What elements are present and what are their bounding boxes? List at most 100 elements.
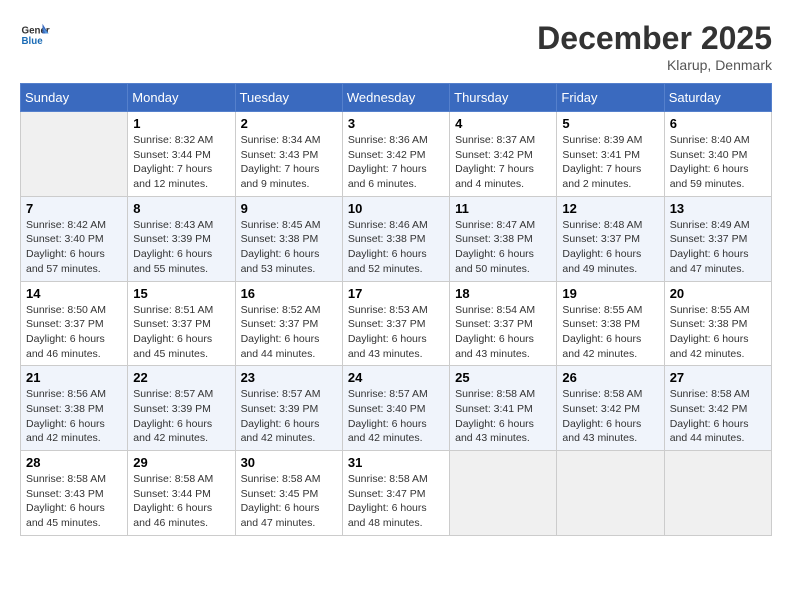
week-row-4: 21Sunrise: 8:56 AMSunset: 3:38 PMDayligh… bbox=[21, 366, 772, 451]
day-number: 16 bbox=[241, 286, 337, 301]
day-info: Sunrise: 8:47 AMSunset: 3:38 PMDaylight:… bbox=[455, 218, 551, 277]
day-cell: 23 Sunrise: 8:57 AMSunset: 3:39 PMDayligh… bbox=[235, 366, 342, 451]
header-row: SundayMondayTuesdayWednesdayThursdayFrid… bbox=[21, 84, 772, 112]
day-cell: 2 Sunrise: 8:34 AMSunset: 3:43 PMDaylight… bbox=[235, 112, 342, 197]
day-cell: 14 Sunrise: 8:50 AMSunset: 3:37 PMDayligh… bbox=[21, 281, 128, 366]
day-info: Sunrise: 8:54 AMSunset: 3:37 PMDaylight:… bbox=[455, 303, 551, 362]
day-cell bbox=[21, 112, 128, 197]
day-cell: 27Sunrise: 8:58 AMSunset: 3:42 PMDayligh… bbox=[664, 366, 771, 451]
day-cell: 1 Sunrise: 8:32 AMSunset: 3:44 PMDaylight… bbox=[128, 112, 235, 197]
header-sunday: Sunday bbox=[21, 84, 128, 112]
header-tuesday: Tuesday bbox=[235, 84, 342, 112]
header-wednesday: Wednesday bbox=[342, 84, 449, 112]
location: Klarup, Denmark bbox=[537, 57, 772, 73]
day-number: 11 bbox=[455, 201, 551, 216]
day-cell: 22Sunrise: 8:57 AMSunset: 3:39 PMDayligh… bbox=[128, 366, 235, 451]
month-title: December 2025 bbox=[537, 20, 772, 57]
week-row-2: 7Sunrise: 8:42 AMSunset: 3:40 PMDaylight… bbox=[21, 196, 772, 281]
day-number: 4 bbox=[455, 116, 551, 131]
day-number: 5 bbox=[562, 116, 658, 131]
day-number: 18 bbox=[455, 286, 551, 301]
header-monday: Monday bbox=[128, 84, 235, 112]
day-number: 2 bbox=[241, 116, 337, 131]
day-cell: 31 Sunrise: 8:58 AMSunset: 3:47 PMDayligh… bbox=[342, 451, 449, 536]
day-info: Sunrise: 8:58 AMSunset: 3:42 PMDaylight:… bbox=[670, 387, 766, 446]
day-number: 25 bbox=[455, 370, 551, 385]
day-info: Sunrise: 8:58 AMSunset: 3:47 PMDaylight:… bbox=[348, 472, 444, 531]
day-info: Sunrise: 8:58 AMSunset: 3:42 PMDaylight:… bbox=[562, 387, 658, 446]
day-info: Sunrise: 8:42 AMSunset: 3:40 PMDaylight:… bbox=[26, 218, 122, 277]
day-number: 17 bbox=[348, 286, 444, 301]
day-number: 29 bbox=[133, 455, 229, 470]
day-number: 15 bbox=[133, 286, 229, 301]
day-info: Sunrise: 8:57 AMSunset: 3:40 PMDaylight:… bbox=[348, 387, 444, 446]
page-header: General Blue December 2025 Klarup, Denma… bbox=[20, 20, 772, 73]
day-info: Sunrise: 8:58 AMSunset: 3:43 PMDaylight:… bbox=[26, 472, 122, 531]
svg-text:Blue: Blue bbox=[22, 36, 44, 47]
day-cell: 5 Sunrise: 8:39 AMSunset: 3:41 PMDaylight… bbox=[557, 112, 664, 197]
day-cell: 25 Sunrise: 8:58 AMSunset: 3:41 PMDayligh… bbox=[450, 366, 557, 451]
day-info: Sunrise: 8:52 AMSunset: 3:37 PMDaylight:… bbox=[241, 303, 337, 362]
day-info: Sunrise: 8:57 AMSunset: 3:39 PMDaylight:… bbox=[241, 387, 337, 446]
day-number: 30 bbox=[241, 455, 337, 470]
day-cell: 9 Sunrise: 8:45 AMSunset: 3:38 PMDaylight… bbox=[235, 196, 342, 281]
day-cell: 13Sunrise: 8:49 AMSunset: 3:37 PMDayligh… bbox=[664, 196, 771, 281]
day-info: Sunrise: 8:48 AMSunset: 3:37 PMDaylight:… bbox=[562, 218, 658, 277]
day-cell: 21Sunrise: 8:56 AMSunset: 3:38 PMDayligh… bbox=[21, 366, 128, 451]
day-info: Sunrise: 8:39 AMSunset: 3:41 PMDaylight:… bbox=[562, 133, 658, 192]
day-cell: 24 Sunrise: 8:57 AMSunset: 3:40 PMDayligh… bbox=[342, 366, 449, 451]
day-cell: 6Sunrise: 8:40 AMSunset: 3:40 PMDaylight… bbox=[664, 112, 771, 197]
day-number: 23 bbox=[241, 370, 337, 385]
day-number: 8 bbox=[133, 201, 229, 216]
day-number: 22 bbox=[133, 370, 229, 385]
day-number: 1 bbox=[133, 116, 229, 131]
day-cell: 4Sunrise: 8:37 AMSunset: 3:42 PMDaylight… bbox=[450, 112, 557, 197]
day-number: 14 bbox=[26, 286, 122, 301]
day-cell: 10Sunrise: 8:46 AMSunset: 3:38 PMDayligh… bbox=[342, 196, 449, 281]
day-cell bbox=[450, 451, 557, 536]
day-cell: 19Sunrise: 8:55 AMSunset: 3:38 PMDayligh… bbox=[557, 281, 664, 366]
logo-icon: General Blue bbox=[20, 20, 50, 50]
day-cell: 20 Sunrise: 8:55 AMSunset: 3:38 PMDayligh… bbox=[664, 281, 771, 366]
week-row-1: 1 Sunrise: 8:32 AMSunset: 3:44 PMDaylight… bbox=[21, 112, 772, 197]
day-info: Sunrise: 8:40 AMSunset: 3:40 PMDaylight:… bbox=[670, 133, 766, 192]
day-number: 12 bbox=[562, 201, 658, 216]
day-number: 28 bbox=[26, 455, 122, 470]
day-info: Sunrise: 8:53 AMSunset: 3:37 PMDaylight:… bbox=[348, 303, 444, 362]
header-thursday: Thursday bbox=[450, 84, 557, 112]
day-cell: 12 Sunrise: 8:48 AMSunset: 3:37 PMDayligh… bbox=[557, 196, 664, 281]
day-info: Sunrise: 8:58 AMSunset: 3:45 PMDaylight:… bbox=[241, 472, 337, 531]
day-cell: 15Sunrise: 8:51 AMSunset: 3:37 PMDayligh… bbox=[128, 281, 235, 366]
day-number: 13 bbox=[670, 201, 766, 216]
calendar-table: SundayMondayTuesdayWednesdayThursdayFrid… bbox=[20, 83, 772, 536]
day-info: Sunrise: 8:50 AMSunset: 3:37 PMDaylight:… bbox=[26, 303, 122, 362]
logo: General Blue bbox=[20, 20, 50, 50]
header-saturday: Saturday bbox=[664, 84, 771, 112]
day-cell: 17 Sunrise: 8:53 AMSunset: 3:37 PMDayligh… bbox=[342, 281, 449, 366]
day-info: Sunrise: 8:45 AMSunset: 3:38 PMDaylight:… bbox=[241, 218, 337, 277]
day-info: Sunrise: 8:58 AMSunset: 3:44 PMDaylight:… bbox=[133, 472, 229, 531]
day-cell: 11 Sunrise: 8:47 AMSunset: 3:38 PMDayligh… bbox=[450, 196, 557, 281]
day-info: Sunrise: 8:34 AMSunset: 3:43 PMDaylight:… bbox=[241, 133, 337, 192]
day-cell bbox=[557, 451, 664, 536]
day-info: Sunrise: 8:32 AMSunset: 3:44 PMDaylight:… bbox=[133, 133, 229, 192]
day-number: 24 bbox=[348, 370, 444, 385]
day-number: 20 bbox=[670, 286, 766, 301]
day-cell: 30 Sunrise: 8:58 AMSunset: 3:45 PMDayligh… bbox=[235, 451, 342, 536]
day-number: 26 bbox=[562, 370, 658, 385]
title-block: December 2025 Klarup, Denmark bbox=[537, 20, 772, 73]
day-info: Sunrise: 8:55 AMSunset: 3:38 PMDaylight:… bbox=[562, 303, 658, 362]
day-number: 31 bbox=[348, 455, 444, 470]
day-cell: 7Sunrise: 8:42 AMSunset: 3:40 PMDaylight… bbox=[21, 196, 128, 281]
day-info: Sunrise: 8:55 AMSunset: 3:38 PMDaylight:… bbox=[670, 303, 766, 362]
day-cell bbox=[664, 451, 771, 536]
day-number: 9 bbox=[241, 201, 337, 216]
day-cell: 28 Sunrise: 8:58 AMSunset: 3:43 PMDayligh… bbox=[21, 451, 128, 536]
day-cell: 26 Sunrise: 8:58 AMSunset: 3:42 PMDayligh… bbox=[557, 366, 664, 451]
day-info: Sunrise: 8:43 AMSunset: 3:39 PMDaylight:… bbox=[133, 218, 229, 277]
day-info: Sunrise: 8:58 AMSunset: 3:41 PMDaylight:… bbox=[455, 387, 551, 446]
day-info: Sunrise: 8:36 AMSunset: 3:42 PMDaylight:… bbox=[348, 133, 444, 192]
day-number: 10 bbox=[348, 201, 444, 216]
day-cell: 8 Sunrise: 8:43 AMSunset: 3:39 PMDaylight… bbox=[128, 196, 235, 281]
day-cell: 3Sunrise: 8:36 AMSunset: 3:42 PMDaylight… bbox=[342, 112, 449, 197]
